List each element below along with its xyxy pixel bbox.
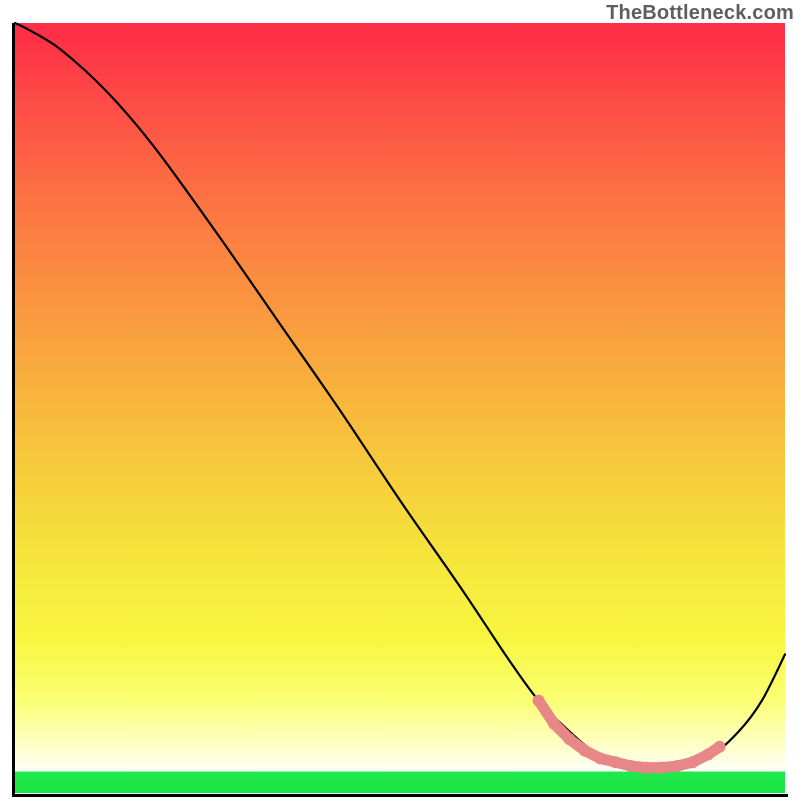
optimal-range-dot [714, 741, 726, 753]
bottleneck-chart: TheBottleneck.com [0, 0, 800, 800]
optimal-range-dot [610, 756, 622, 768]
bottleneck-curve [15, 23, 785, 769]
optimal-range-dot [671, 760, 683, 772]
optimal-range-dot [687, 756, 699, 768]
optimal-range-markers [533, 695, 726, 774]
y-axis [12, 23, 15, 797]
optimal-range-dot [579, 745, 591, 757]
optimal-range-dot [563, 733, 575, 745]
chart-overlay-svg [15, 23, 785, 793]
optimal-range-dot [533, 695, 545, 707]
optimal-range-dot [594, 752, 606, 764]
watermark-text: TheBottleneck.com [606, 2, 794, 25]
optimal-range-dot [656, 762, 668, 774]
optimal-range-dot [625, 760, 637, 772]
optimal-range-dot [548, 718, 560, 730]
x-axis [12, 794, 788, 797]
optimal-range-dot [640, 762, 652, 774]
optimal-range-dot [702, 749, 714, 761]
